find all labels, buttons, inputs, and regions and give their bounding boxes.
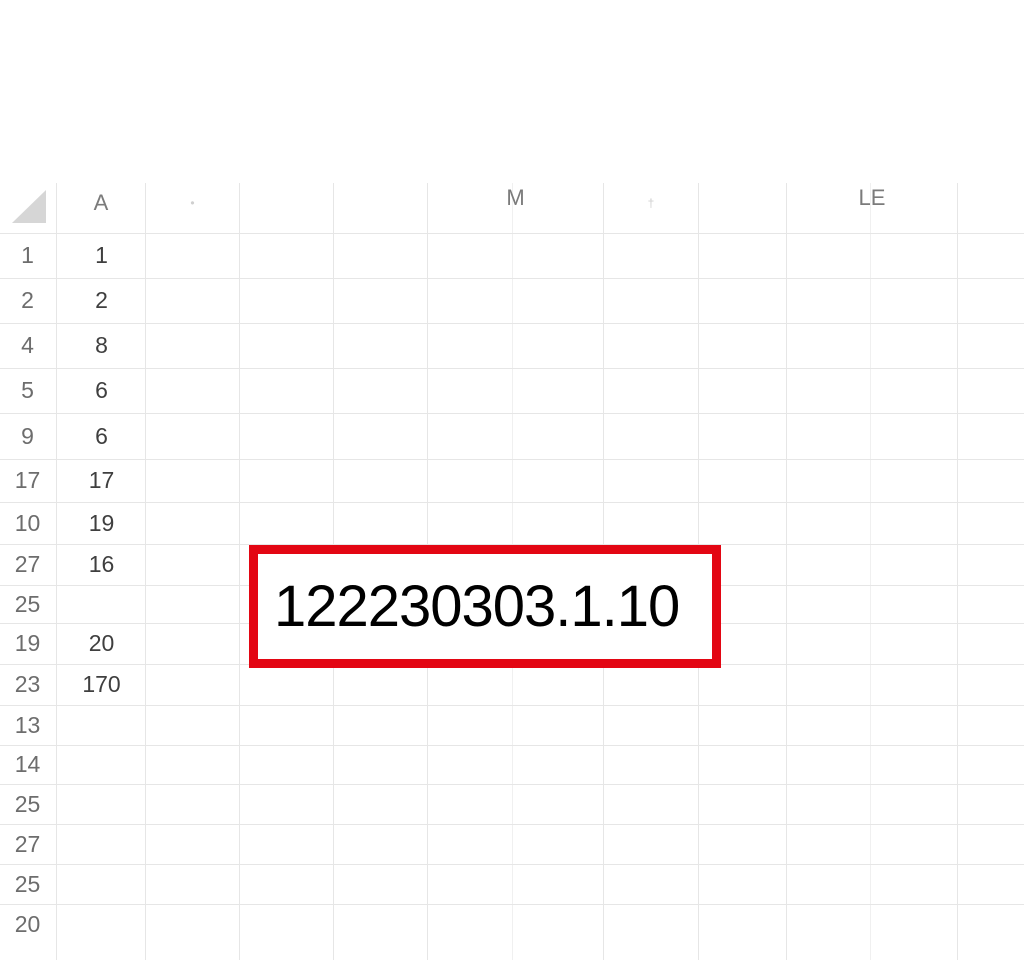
row-header[interactable]: 25: [0, 585, 55, 623]
row-header[interactable]: 13: [0, 705, 55, 745]
grid-line: [0, 278, 1024, 279]
column-header[interactable]: †: [604, 183, 698, 233]
grid-line: [0, 459, 1024, 460]
grid-line: [0, 705, 1024, 706]
row-header[interactable]: 20: [0, 904, 55, 945]
row-header[interactable]: 10: [0, 502, 55, 544]
cell-a[interactable]: 6: [58, 368, 145, 413]
table-row: 20: [0, 904, 1024, 945]
cell-a[interactable]: 1: [58, 233, 145, 278]
row-header[interactable]: 25: [0, 784, 55, 824]
column-header[interactable]: [240, 183, 333, 233]
grid-line: [0, 864, 1024, 865]
table-row: 17 17: [0, 459, 1024, 502]
table-row: 96: [0, 413, 1024, 459]
column-header[interactable]: [334, 183, 427, 233]
cell-a[interactable]: 2: [58, 278, 145, 323]
select-all-corner[interactable]: [0, 183, 57, 233]
grid-line: [0, 824, 1024, 825]
cell-a[interactable]: 6: [58, 413, 145, 459]
row-header[interactable]: 1: [0, 233, 55, 278]
column-header-a[interactable]: A: [57, 183, 145, 233]
table-row: 25: [0, 864, 1024, 904]
row-header[interactable]: 19: [0, 623, 55, 664]
grid-line: [0, 904, 1024, 905]
row-header[interactable]: 25: [0, 864, 55, 904]
column-header-m[interactable]: M: [428, 183, 603, 233]
grid-line: [0, 502, 1024, 503]
cell-a[interactable]: 170: [58, 664, 145, 705]
row-header[interactable]: 4: [0, 323, 55, 368]
cell-a[interactable]: [58, 904, 145, 945]
highlighted-value-box: 122230303.1.10: [249, 545, 721, 668]
table-row: 48: [0, 323, 1024, 368]
table-row: 23 170: [0, 664, 1024, 705]
table-row: 27: [0, 824, 1024, 864]
row-header[interactable]: 5: [0, 368, 55, 413]
grid-line: [0, 413, 1024, 414]
table-row: 10 19: [0, 502, 1024, 544]
cell-a[interactable]: 19: [58, 502, 145, 544]
cell-a[interactable]: 20: [58, 623, 145, 664]
cell-a[interactable]: [58, 824, 145, 864]
highlighted-value: 122230303.1.10: [274, 574, 680, 639]
cell-a[interactable]: [58, 784, 145, 824]
row-header[interactable]: 2: [0, 278, 55, 323]
column-header[interactable]: •: [146, 183, 239, 233]
cell-a[interactable]: 17: [58, 459, 145, 502]
cell-a[interactable]: [58, 585, 145, 623]
table-row: 13: [0, 705, 1024, 745]
cell-a[interactable]: 8: [58, 323, 145, 368]
table-row: 25: [0, 784, 1024, 824]
row-header[interactable]: 27: [0, 824, 55, 864]
grid-line: [0, 745, 1024, 746]
cell-a[interactable]: [58, 705, 145, 745]
row-header[interactable]: 23: [0, 664, 55, 705]
grid-line: [0, 323, 1024, 324]
row-header[interactable]: 9: [0, 413, 55, 459]
cell-a[interactable]: [58, 864, 145, 904]
cell-a[interactable]: [58, 745, 145, 784]
grid-line: [0, 784, 1024, 785]
column-header[interactable]: [699, 183, 786, 233]
grid-line: [0, 368, 1024, 369]
row-header[interactable]: 27: [0, 544, 55, 585]
cell-a[interactable]: 16: [58, 544, 145, 585]
column-header-le[interactable]: LE: [787, 183, 957, 233]
table-row: 11: [0, 233, 1024, 278]
table-row: 14: [0, 745, 1024, 784]
table-row: 22: [0, 278, 1024, 323]
row-header[interactable]: 14: [0, 745, 55, 784]
grid-line: [0, 233, 1024, 234]
row-header[interactable]: 17: [0, 459, 55, 502]
select-all-triangle-icon: [12, 190, 46, 223]
table-row: 56: [0, 368, 1024, 413]
